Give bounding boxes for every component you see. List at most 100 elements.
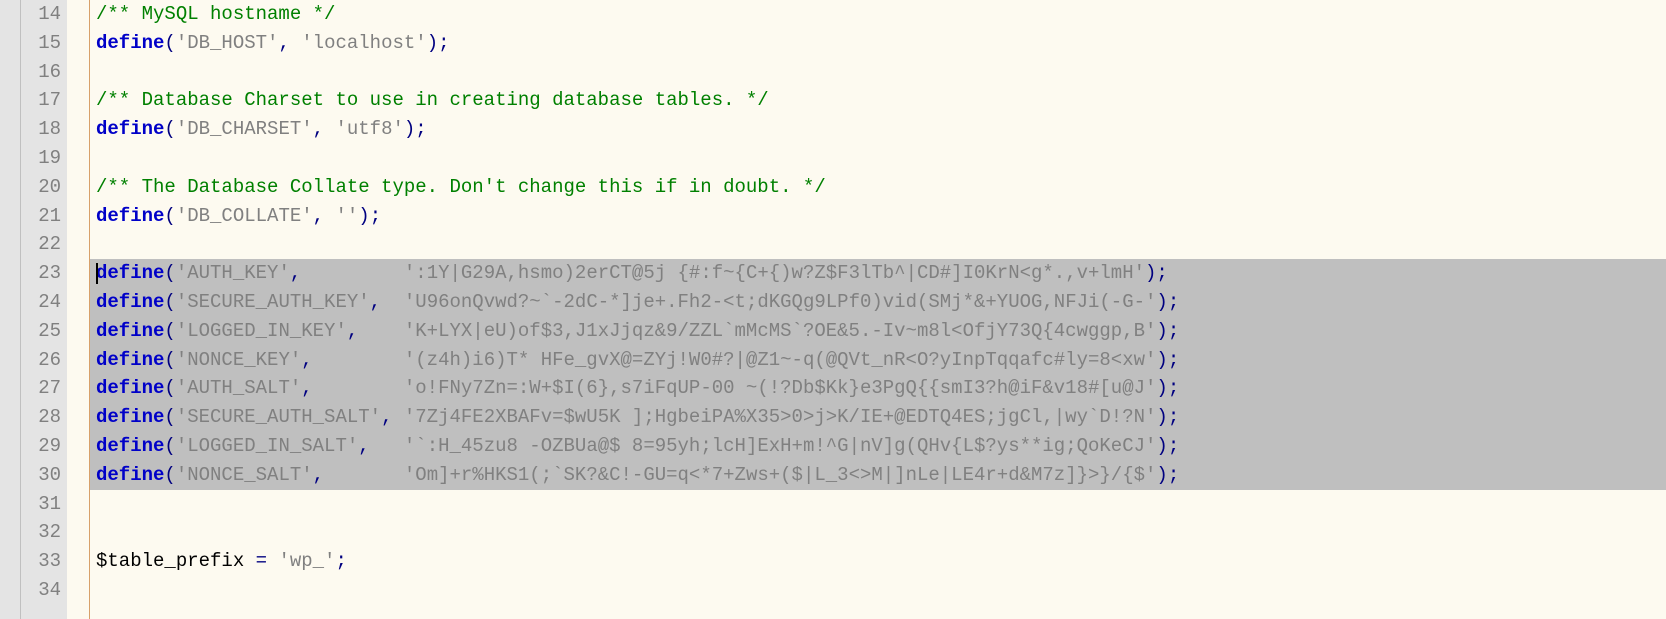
line-number[interactable]: 33 [21, 547, 61, 576]
token-str: 'LOGGED_IN_SALT' [176, 435, 358, 457]
token-str: '' [335, 205, 358, 227]
token-pn: , [313, 205, 324, 227]
token-cm: /** MySQL hostname */ [96, 3, 335, 25]
token-pn: , [301, 377, 312, 399]
line-number[interactable]: 22 [21, 230, 61, 259]
token-pn: ( [164, 435, 175, 457]
token-pn: ; [1168, 291, 1179, 313]
line-number[interactable]: 23 [21, 259, 61, 288]
token-pn: ; [1168, 435, 1179, 457]
token-kw: define [96, 291, 164, 313]
code-line[interactable]: $table_prefix = 'wp_'; [96, 547, 1666, 576]
token-var [324, 205, 335, 227]
token-pn: ; [438, 32, 449, 54]
line-number[interactable]: 21 [21, 202, 61, 231]
token-pn: ) [358, 205, 369, 227]
token-pn: ( [164, 205, 175, 227]
token-str: 'DB_HOST' [176, 32, 279, 54]
token-pn: ) [1156, 320, 1167, 342]
code-line[interactable] [96, 576, 1666, 605]
line-number-gutter[interactable]: 1415161718192021222324252627282930313233… [21, 0, 67, 619]
token-pn: , [313, 464, 324, 486]
code-line[interactable]: define('LOGGED_IN_KEY', 'K+LYX|eU)of$3,J… [90, 317, 1666, 346]
token-kw: define [96, 406, 164, 428]
token-pn: ; [1168, 464, 1179, 486]
line-number[interactable]: 19 [21, 144, 61, 173]
token-pn: ) [427, 32, 438, 54]
token-kw: define [96, 435, 164, 457]
token-str: '7Zj4FE2XBAFv=$wU5K ];HgbeiPA%X35>0>j>K/… [404, 406, 1157, 428]
token-var [313, 377, 404, 399]
code-line[interactable]: define('LOGGED_IN_SALT', '`:H_45zu8 -OZB… [90, 432, 1666, 461]
code-line[interactable]: define('DB_HOST', 'localhost'); [96, 29, 1666, 58]
token-str: 'U96onQvwd?~`-2dC-*]je+.Fh2-<t;dKGQg9LPf… [404, 291, 1157, 313]
line-number[interactable]: 32 [21, 518, 61, 547]
code-line[interactable]: define('NONCE_KEY', '(z4h)i6)T* HFe_gvX@… [90, 346, 1666, 375]
token-pn: ) [1156, 349, 1167, 371]
token-str: 'utf8' [335, 118, 403, 140]
token-str: 'Om]+r%HKS1(;`SK?&C!-GU=q<*7+Zws+($|L_3<… [404, 464, 1157, 486]
code-line[interactable]: define('AUTH_SALT', 'o!FNy7Zn=:W+$I(6},s… [90, 374, 1666, 403]
token-var [381, 291, 404, 313]
code-line[interactable] [96, 518, 1666, 547]
code-line[interactable]: define('SECURE_AUTH_KEY', 'U96onQvwd?~`-… [90, 288, 1666, 317]
code-line[interactable] [96, 144, 1666, 173]
line-number[interactable]: 15 [21, 29, 61, 58]
line-number[interactable]: 30 [21, 461, 61, 490]
token-str: 'AUTH_SALT' [176, 377, 301, 399]
code-line[interactable]: define('DB_COLLATE', ''); [96, 202, 1666, 231]
code-line[interactable]: /** MySQL hostname */ [96, 0, 1666, 29]
code-line[interactable]: define('AUTH_KEY', ':1Y|G29A,hsmo)2erCT@… [90, 259, 1666, 288]
token-pn: ( [164, 262, 175, 284]
token-kw: define [96, 377, 164, 399]
line-number[interactable]: 29 [21, 432, 61, 461]
token-cm: /** The Database Collate type. Don't cha… [96, 176, 826, 198]
token-pn: ) [1156, 435, 1167, 457]
token-pn: ( [164, 118, 175, 140]
token-pn: ) [1156, 464, 1167, 486]
code-line[interactable]: define('SECURE_AUTH_SALT', '7Zj4FE2XBAFv… [90, 403, 1666, 432]
token-pn: ; [370, 205, 381, 227]
line-number[interactable]: 26 [21, 346, 61, 375]
line-number[interactable]: 16 [21, 58, 61, 87]
token-var [324, 464, 404, 486]
code-line[interactable]: /** The Database Collate type. Don't cha… [96, 173, 1666, 202]
line-number[interactable]: 34 [21, 576, 61, 605]
token-str: 'SECURE_AUTH_SALT' [176, 406, 381, 428]
code-line[interactable] [96, 230, 1666, 259]
token-var [290, 32, 301, 54]
code-line[interactable]: /** Database Charset to use in creating … [96, 86, 1666, 115]
token-str: 'NONCE_SALT' [176, 464, 313, 486]
token-var [267, 550, 278, 572]
token-kw: define [96, 349, 164, 371]
token-pn: ; [1156, 262, 1167, 284]
line-number[interactable]: 24 [21, 288, 61, 317]
token-kw: define [96, 32, 164, 54]
token-str: '(z4h)i6)T* HFe_gvX@=ZYj!W0#?|@Z1~-q(@QV… [404, 349, 1157, 371]
code-line[interactable] [96, 58, 1666, 87]
line-number[interactable]: 14 [21, 0, 61, 29]
fold-margin[interactable] [0, 0, 21, 619]
code-area[interactable]: /** MySQL hostname */define('DB_HOST', '… [90, 0, 1666, 619]
token-kw: define [96, 262, 164, 284]
token-pn: ; [335, 550, 346, 572]
token-pn: ( [164, 406, 175, 428]
line-number[interactable]: 28 [21, 403, 61, 432]
code-line[interactable]: define('NONCE_SALT', 'Om]+r%HKS1(;`SK?&C… [90, 461, 1666, 490]
token-str: 'NONCE_KEY' [176, 349, 301, 371]
line-number[interactable]: 17 [21, 86, 61, 115]
code-line[interactable]: define('DB_CHARSET', 'utf8'); [96, 115, 1666, 144]
token-str: 'DB_COLLATE' [176, 205, 313, 227]
token-pn: ) [1145, 262, 1156, 284]
line-number[interactable]: 31 [21, 490, 61, 519]
line-number[interactable]: 27 [21, 374, 61, 403]
token-pn: , [381, 406, 392, 428]
token-pn: , [347, 320, 358, 342]
code-line[interactable] [96, 490, 1666, 519]
line-number[interactable]: 20 [21, 173, 61, 202]
token-kw: define [96, 205, 164, 227]
line-number[interactable]: 18 [21, 115, 61, 144]
token-pn: ; [1168, 320, 1179, 342]
token-pn: , [278, 32, 289, 54]
line-number[interactable]: 25 [21, 317, 61, 346]
